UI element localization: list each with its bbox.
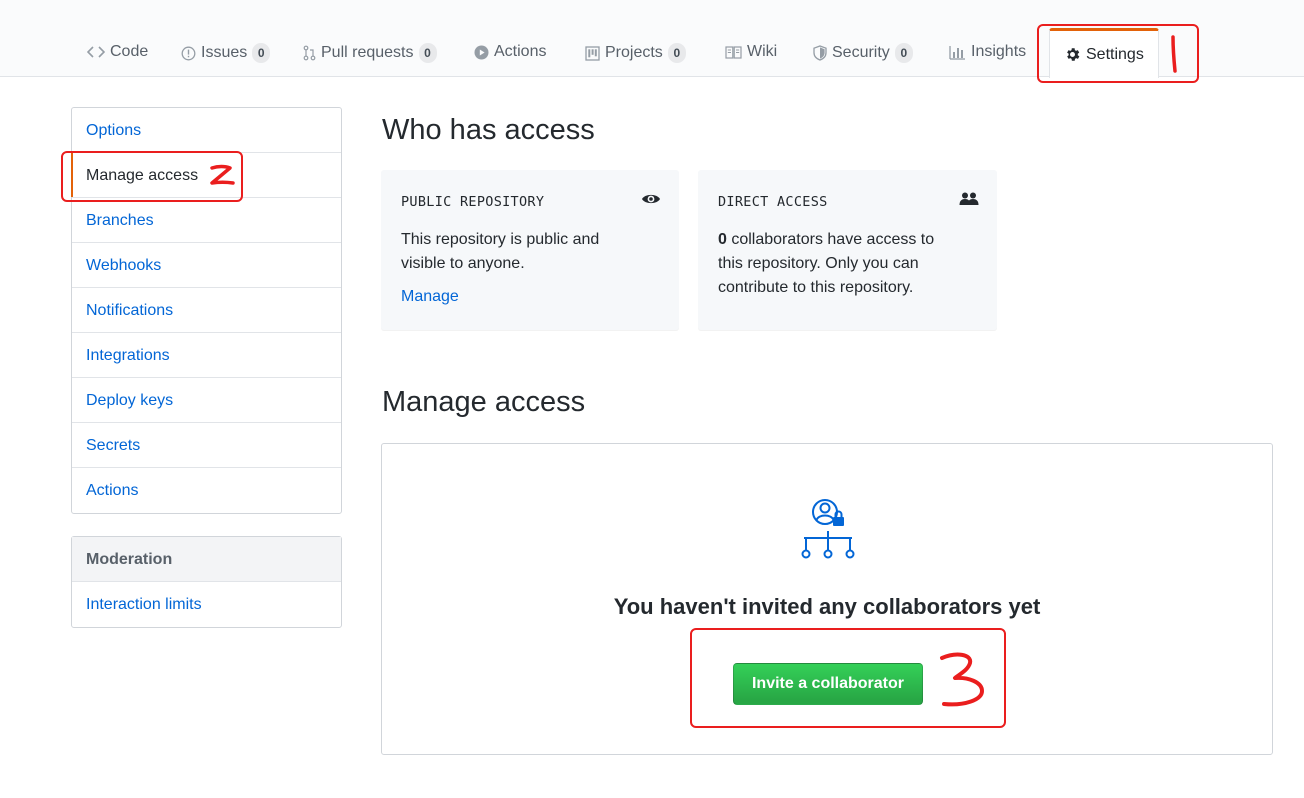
- tab-insights[interactable]: Insights: [949, 43, 1026, 61]
- issues-counter: 0: [252, 43, 271, 63]
- sidebar-item-manage-access[interactable]: Manage access: [71, 153, 341, 198]
- invite-collaborator-button[interactable]: Invite a collaborator: [733, 663, 923, 705]
- tab-security[interactable]: Security 0: [813, 43, 913, 63]
- pull-request-icon: [303, 45, 316, 61]
- eye-icon: [641, 192, 661, 211]
- tab-code[interactable]: Code: [87, 43, 148, 61]
- code-icon: [87, 45, 105, 59]
- people-icon: [959, 192, 979, 211]
- tab-code-label: Code: [110, 43, 149, 60]
- sidebar-item-webhooks[interactable]: Webhooks: [72, 243, 341, 288]
- public-repository-title: PUBLIC REPOSITORY: [401, 194, 545, 210]
- projects-counter: 0: [667, 43, 686, 63]
- tab-actions[interactable]: Actions: [474, 43, 546, 61]
- direct-access-text: 0 collaborators have access to this repo…: [718, 228, 958, 300]
- book-icon: [725, 45, 742, 59]
- collaborator-count: 0: [718, 231, 727, 248]
- public-repository-box: PUBLIC REPOSITORY This repository is pub…: [381, 170, 679, 330]
- sidebar-item-branches[interactable]: Branches: [72, 198, 341, 243]
- play-icon: [474, 45, 489, 60]
- pull-requests-counter: 0: [418, 43, 437, 63]
- tab-issues-label: Issues: [201, 44, 248, 61]
- graph-icon: [949, 45, 966, 60]
- tab-issues[interactable]: Issues 0: [181, 43, 271, 63]
- sidebar-item-interaction-limits[interactable]: Interaction limits: [72, 582, 341, 627]
- direct-access-title: DIRECT ACCESS: [718, 194, 828, 210]
- direct-access-description: collaborators have access to this reposi…: [718, 231, 935, 296]
- issue-icon: [181, 46, 196, 61]
- tab-wiki[interactable]: Wiki: [725, 43, 777, 61]
- manage-visibility-link[interactable]: Manage: [401, 288, 459, 306]
- tab-insights-label: Insights: [971, 43, 1027, 60]
- top-strip: [0, 0, 1304, 22]
- who-has-access-title: Who has access: [382, 114, 595, 146]
- tab-projects[interactable]: Projects 0: [585, 43, 686, 63]
- gear-icon: [1064, 46, 1081, 63]
- tab-settings[interactable]: Settings: [1049, 28, 1159, 78]
- sidebar-item-actions[interactable]: Actions: [72, 468, 341, 513]
- no-collaborators-message: You haven't invited any collaborators ye…: [613, 594, 1041, 619]
- tab-pull-requests-label: Pull requests: [321, 44, 414, 61]
- sidebar-item-options[interactable]: Options: [72, 108, 341, 153]
- sidebar-item-notifications[interactable]: Notifications: [72, 288, 341, 333]
- shield-icon: [813, 45, 827, 61]
- moderation-heading: Moderation: [72, 537, 341, 582]
- collaborators-lock-icon: [796, 498, 860, 565]
- sidebar-item-deploy-keys[interactable]: Deploy keys: [72, 378, 341, 423]
- tab-pull-requests[interactable]: Pull requests 0: [303, 43, 437, 63]
- sidebar-item-integrations[interactable]: Integrations: [72, 333, 341, 378]
- tab-security-label: Security: [832, 44, 890, 61]
- public-repository-text: This repository is public and visible to…: [401, 231, 600, 272]
- tab-projects-label: Projects: [605, 44, 663, 61]
- manage-access-title: Manage access: [382, 386, 586, 418]
- collaborators-blankslate: You haven't invited any collaborators ye…: [381, 443, 1273, 755]
- tab-settings-label: Settings: [1086, 45, 1144, 63]
- sidebar-item-secrets[interactable]: Secrets: [72, 423, 341, 468]
- tab-actions-label: Actions: [494, 43, 547, 60]
- moderation-menu: Moderation Interaction limits: [71, 536, 342, 628]
- security-counter: 0: [894, 43, 913, 63]
- repo-nav: Code Issues 0 Pull requests 0 Actions Pr…: [0, 22, 1304, 78]
- project-icon: [585, 45, 600, 61]
- settings-menu: Options Manage access Branches Webhooks …: [71, 107, 342, 514]
- direct-access-box: DIRECT ACCESS 0 collaborators have acces…: [698, 170, 997, 330]
- tab-wiki-label: Wiki: [747, 43, 778, 60]
